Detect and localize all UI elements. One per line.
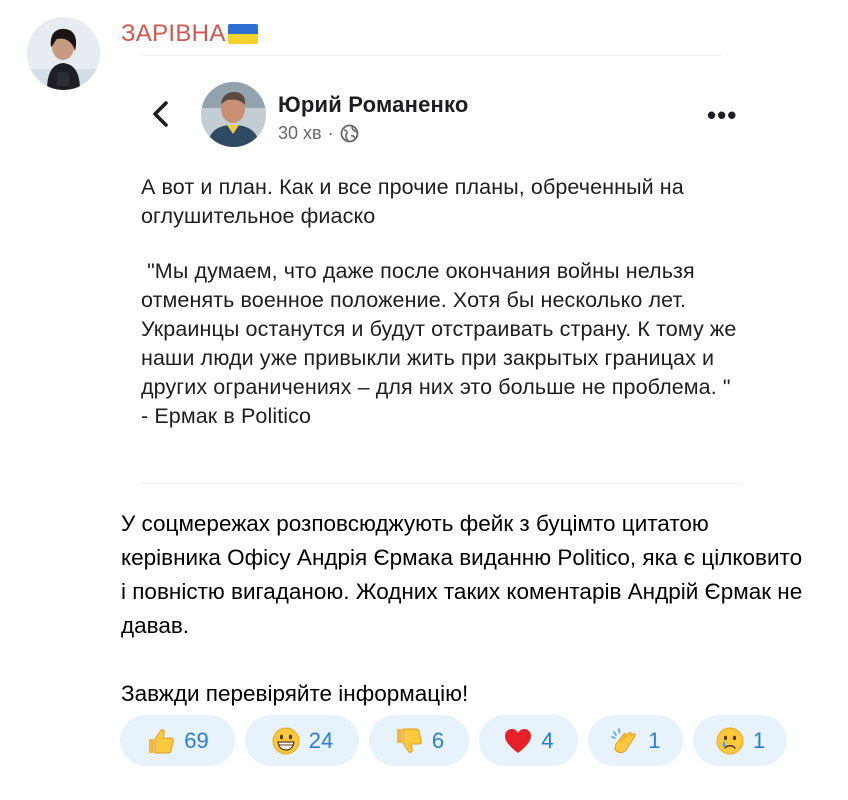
message-paragraph: Завжди перевіряйте інформацію!: [121, 681, 469, 706]
ukraine-flag-icon: [227, 24, 258, 44]
crying-face-icon: [716, 727, 744, 754]
reaction-thumbs-down[interactable]: 6: [369, 715, 469, 766]
channel-name-text: ЗАРІВНА: [121, 20, 226, 47]
message-text: У соцмережах розповсюджують фейк з буцім…: [121, 507, 811, 711]
reaction-count: 24: [308, 727, 334, 753]
post-body: А вот и план. Как и все прочие планы, об…: [141, 173, 741, 431]
post-time: 30 хв: [278, 123, 322, 143]
reaction-clapping-hands[interactable]: 1: [588, 715, 683, 766]
grinning-face-icon: [272, 727, 300, 754]
reaction-count: 1: [752, 727, 766, 753]
globe-icon: [340, 124, 358, 143]
message-paragraph: У соцмережах розповсюджують фейк з буцім…: [121, 511, 803, 638]
reaction-count: 6: [431, 727, 445, 753]
more-options-icon: •••: [707, 100, 738, 130]
embedded-post-image[interactable]: Юрий Романенко 30 хв · ••• А вот и план.…: [121, 55, 741, 495]
back-arrow-icon: [153, 101, 168, 127]
clapping-hands-icon: [611, 727, 637, 753]
meta-separator: ·: [327, 123, 334, 143]
author-avatar: [201, 82, 266, 147]
reaction-count: 4: [541, 727, 554, 753]
red-heart-icon: [505, 728, 532, 753]
channel-avatar[interactable]: [27, 17, 100, 90]
thumbs-down-icon: [396, 728, 422, 753]
channel-name[interactable]: ЗАРІВНА: [121, 20, 258, 48]
post-author: Юрий Романенко: [278, 92, 469, 117]
reaction-thumbs-up[interactable]: 69: [120, 715, 235, 766]
reaction-count: 1: [648, 727, 661, 753]
divider: [141, 55, 721, 56]
divider: [141, 483, 741, 484]
reactions-bar: 69 24 6 4 1 1: [120, 715, 787, 766]
reaction-grinning-face[interactable]: 24: [245, 715, 359, 766]
post-intro: А вот и план. Как и все прочие планы, об…: [141, 175, 684, 228]
post-quote: "Мы думаем, что даже после окончания вой…: [141, 259, 743, 428]
thumbs-up-icon: [149, 728, 175, 753]
reaction-count: 69: [184, 727, 209, 753]
reaction-crying-face[interactable]: 1: [693, 715, 787, 766]
reaction-red-heart[interactable]: 4: [479, 715, 578, 766]
post-meta: 30 хв ·: [278, 123, 359, 144]
